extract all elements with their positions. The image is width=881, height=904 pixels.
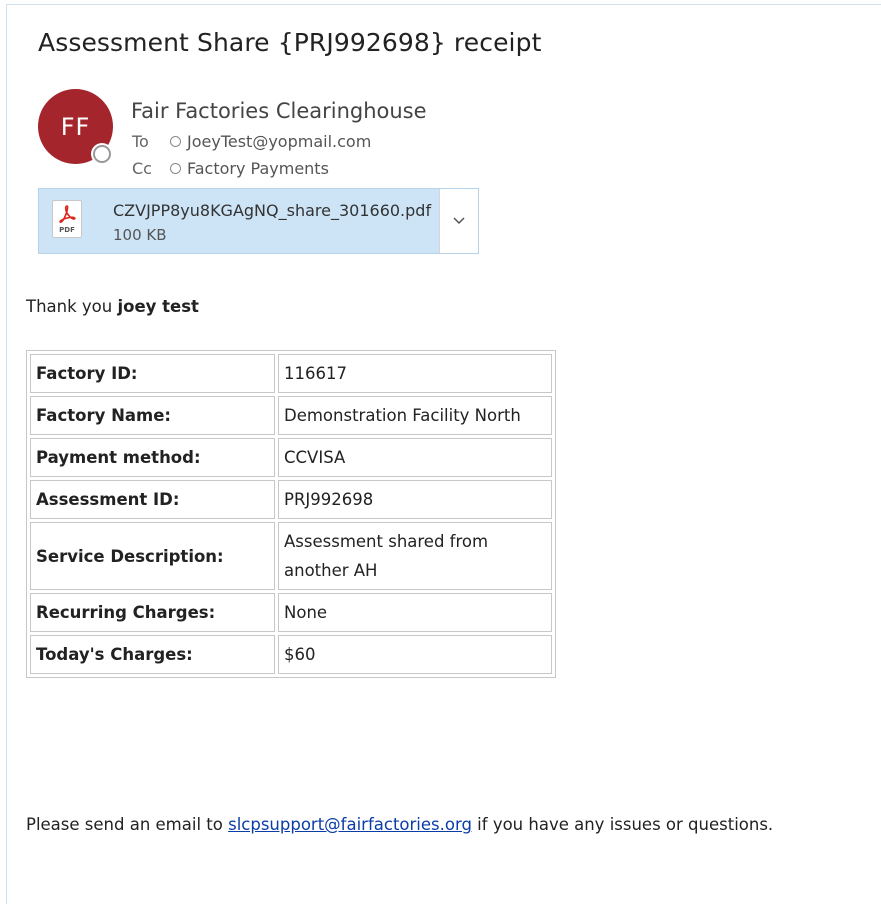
- recipient-presence-icon: [170, 163, 181, 174]
- recipient-name: joey test: [117, 297, 199, 316]
- cc-label: Cc: [132, 159, 152, 178]
- chevron-down-icon: [453, 217, 465, 225]
- row-label: Recurring Charges:: [30, 593, 275, 632]
- row-value: Assessment shared from another AH: [278, 522, 552, 590]
- row-label: Factory ID:: [30, 354, 275, 393]
- table-row: Factory Name: Demonstration Facility Nort…: [30, 396, 552, 435]
- support-email-link[interactable]: slcpsupport@fairfactories.org: [228, 815, 472, 834]
- row-value: Demonstration Facility North: [278, 396, 552, 435]
- row-value: PRJ992698: [278, 480, 552, 519]
- table-row: Today's Charges: $60: [30, 635, 552, 674]
- to-recipients: To JoeyTest@yopmail.com: [132, 132, 371, 151]
- cc-recipient[interactable]: Factory Payments: [187, 159, 329, 178]
- row-label: Today's Charges:: [30, 635, 275, 674]
- row-value: CCVISA: [278, 438, 552, 477]
- pdf-icon-label: PDF: [59, 226, 75, 234]
- row-value: None: [278, 593, 552, 632]
- row-label: Payment method:: [30, 438, 275, 477]
- row-label: Assessment ID:: [30, 480, 275, 519]
- sender-initials: FF: [60, 112, 91, 141]
- table-row: Assessment ID: PRJ992698: [30, 480, 552, 519]
- greeting-prefix: Thank you: [26, 297, 118, 316]
- recipient-presence-icon: [170, 136, 181, 147]
- presence-status-icon: [93, 145, 111, 163]
- support-note-suffix: if you have any issues or questions.: [471, 815, 774, 834]
- row-value: 116617: [278, 354, 552, 393]
- to-recipient[interactable]: JoeyTest@yopmail.com: [187, 132, 371, 151]
- pdf-icon: PDF: [52, 200, 82, 238]
- sender-name[interactable]: Fair Factories Clearinghouse: [131, 99, 427, 123]
- attachment-card[interactable]: PDF CZVJPP8yu8KGAgNQ_share_301660.pdf 10…: [38, 188, 479, 254]
- table-row: Recurring Charges: None: [30, 593, 552, 632]
- support-note: Please send an email to slcpsupport@fair…: [26, 815, 773, 834]
- receipt-table: Factory ID: 116617 Factory Name: Demonstrat…: [26, 350, 556, 678]
- row-label: Service Description:: [30, 522, 275, 590]
- cc-recipients: Cc Factory Payments: [132, 159, 329, 178]
- to-label: To: [132, 132, 149, 151]
- support-note-prefix: Please send an email to: [26, 815, 229, 834]
- table-row: Service Description: Assessment shared fr…: [30, 522, 552, 590]
- email-subject: Assessment Share {PRJ992698} receipt: [38, 28, 542, 57]
- row-value: $60: [278, 635, 552, 674]
- table-row: Factory ID: 116617: [30, 354, 552, 393]
- attachment-menu-button[interactable]: [439, 189, 478, 253]
- attachment-filename: CZVJPP8yu8KGAgNQ_share_301660.pdf: [113, 201, 432, 220]
- acrobat-icon: [59, 205, 76, 224]
- attachment-size: 100 KB: [113, 226, 167, 244]
- row-label: Factory Name:: [30, 396, 275, 435]
- table-row: Payment method: CCVISA: [30, 438, 552, 477]
- greeting: Thank you joey test: [26, 297, 199, 316]
